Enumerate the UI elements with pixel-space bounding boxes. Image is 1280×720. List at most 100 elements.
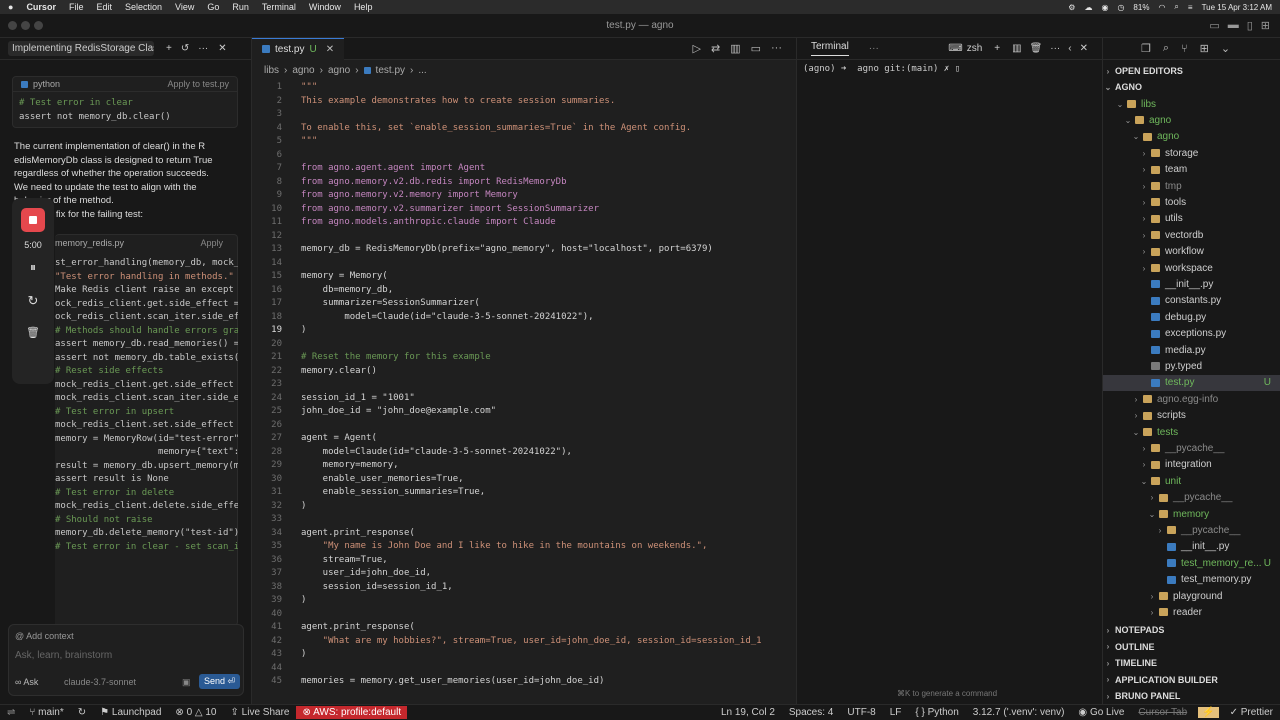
language-mode[interactable]: { } Python bbox=[915, 707, 958, 718]
chat-title[interactable]: Implementing RedisStorage Clas bbox=[8, 41, 154, 56]
folder-item[interactable]: › __pycache__ bbox=[1103, 522, 1280, 538]
apply-button[interactable]: Apply bbox=[200, 238, 223, 248]
toggle-panel-icon[interactable]: ▬ bbox=[1228, 19, 1239, 32]
files-icon[interactable]: ❐ bbox=[1141, 42, 1151, 55]
code-line[interactable]: memory_db = RedisMemoryDb(prefix="agno_m… bbox=[301, 244, 713, 254]
code-line[interactable]: To enable this, set `enable_session_summ… bbox=[301, 123, 691, 133]
breadcrumb-item[interactable]: ... bbox=[418, 65, 426, 76]
code-line[interactable]: from agno.models.anthropic.claude import… bbox=[301, 217, 556, 227]
clock-icon[interactable]: ◷ bbox=[1117, 3, 1124, 12]
menu-edit[interactable]: Edit bbox=[96, 2, 112, 12]
menu-terminal[interactable]: Terminal bbox=[262, 2, 296, 12]
breadcrumb-item[interactable]: agno bbox=[292, 65, 314, 76]
split-terminal-icon[interactable]: ▥ bbox=[1012, 43, 1021, 54]
menu-window[interactable]: Window bbox=[309, 2, 341, 12]
file-item[interactable]: py.typed bbox=[1103, 358, 1280, 374]
folder-item[interactable]: › scripts bbox=[1103, 408, 1280, 424]
folder-item[interactable]: ⌄ tests bbox=[1103, 424, 1280, 440]
code-line[interactable]: ) bbox=[301, 595, 306, 605]
code-line[interactable]: "My name is John Doe and I like to hike … bbox=[301, 541, 708, 551]
menu-view[interactable]: View bbox=[175, 2, 194, 12]
code-line[interactable]: user_id=john_doe_id, bbox=[301, 568, 431, 578]
folder-item[interactable]: › workflow bbox=[1103, 244, 1280, 260]
new-chat-icon[interactable]: + bbox=[166, 43, 172, 54]
pause-icon[interactable]: ⏸ bbox=[12, 260, 54, 275]
restart-icon[interactable]: ↻ bbox=[12, 293, 54, 309]
panel-icon[interactable]: ▭ bbox=[751, 42, 761, 55]
extensions-icon[interactable]: ⊞ bbox=[1200, 42, 1209, 55]
stop-record-button[interactable] bbox=[21, 208, 45, 232]
branch-status[interactable]: ⑂ main* bbox=[29, 707, 63, 718]
notification-icon[interactable]: ⚡ bbox=[1198, 707, 1219, 718]
code-line[interactable]: db=memory_db, bbox=[301, 285, 393, 295]
section-bruno-panel[interactable]: › BRUNO PANEL bbox=[1103, 688, 1280, 704]
file-item[interactable]: test_memory_re... U bbox=[1103, 555, 1280, 571]
cursor-position[interactable]: Ln 19, Col 2 bbox=[721, 707, 775, 718]
folder-item[interactable]: › utils bbox=[1103, 211, 1280, 227]
aws-profile-button[interactable]: ⊗ AWS: profile:default bbox=[296, 706, 408, 719]
layout-icon[interactable]: ⊞ bbox=[1261, 19, 1270, 32]
menu-go[interactable]: Go bbox=[207, 2, 219, 12]
code-line[interactable]: ) bbox=[301, 649, 306, 659]
code-line[interactable]: agent.print_response( bbox=[301, 622, 415, 632]
encoding[interactable]: UTF-8 bbox=[847, 707, 875, 718]
sync-icon[interactable]: ↻ bbox=[78, 707, 86, 718]
launchpad-button[interactable]: ⚑ Launchpad bbox=[100, 707, 161, 718]
code-line[interactable]: stream=True, bbox=[301, 555, 388, 565]
folder-item[interactable]: › storage bbox=[1103, 145, 1280, 161]
add-context-button[interactable]: @ Add context bbox=[15, 631, 74, 641]
file-item[interactable]: media.py bbox=[1103, 342, 1280, 358]
shell-label[interactable]: zsh bbox=[967, 43, 983, 54]
section-outline[interactable]: › OUTLINE bbox=[1103, 639, 1280, 655]
code-line[interactable]: summarizer=SessionSummarizer( bbox=[301, 298, 480, 308]
terminal-prompt[interactable]: (agno) ➜ agno git:(main) ✗ ▯ bbox=[803, 64, 960, 74]
go-live-button[interactable]: ◉ Go Live bbox=[1078, 707, 1124, 718]
file-item[interactable]: test.py U bbox=[1103, 374, 1280, 391]
code-line[interactable]: This example demonstrates how to create … bbox=[301, 96, 615, 106]
close-tab-icon[interactable]: ✕ bbox=[326, 44, 334, 55]
breadcrumb-item[interactable]: test.py bbox=[376, 65, 405, 76]
folder-item[interactable]: › workspace bbox=[1103, 260, 1280, 276]
folder-item[interactable]: ⌄ memory bbox=[1103, 506, 1280, 522]
trash-icon[interactable]: 🗑 bbox=[12, 326, 54, 339]
folder-item[interactable]: ⌄ agno bbox=[1103, 129, 1280, 145]
chat-input[interactable]: Ask, learn, brainstorm bbox=[15, 650, 112, 661]
code-line[interactable]: ) bbox=[301, 325, 306, 335]
folder-item[interactable]: › __pycache__ bbox=[1103, 440, 1280, 456]
problems-status[interactable]: ⊗ 0 △ 10 bbox=[175, 707, 216, 718]
code-line[interactable]: agent.print_response( bbox=[301, 528, 415, 538]
chevron-left-icon[interactable]: ‹ bbox=[1068, 43, 1071, 54]
folder-item[interactable]: › __pycache__ bbox=[1103, 490, 1280, 506]
trash-icon[interactable]: 🗑 bbox=[1030, 43, 1043, 54]
file-item[interactable]: test_memory.py bbox=[1103, 572, 1280, 588]
apply-to-file-button[interactable]: Apply to test.py bbox=[167, 79, 229, 89]
code-line[interactable]: enable_session_summaries=True, bbox=[301, 487, 486, 497]
settings-icon[interactable]: ⚙ bbox=[1068, 3, 1075, 12]
folder-item[interactable]: › reader bbox=[1103, 604, 1280, 620]
terminal-tab[interactable]: Terminal bbox=[811, 41, 849, 56]
code-line[interactable]: memory.clear() bbox=[301, 366, 377, 376]
more-actions-icon[interactable]: ··· bbox=[771, 42, 782, 55]
history-icon[interactable]: ↺ bbox=[181, 43, 189, 54]
code-line[interactable]: # Reset the memory for this example bbox=[301, 352, 491, 362]
cloud-icon[interactable]: ☁ bbox=[1084, 3, 1092, 12]
live-share-button[interactable]: ⇪ Live Share bbox=[231, 707, 290, 718]
code-line[interactable]: from agno.memory.v2.summarizer import Se… bbox=[301, 204, 599, 214]
close-chat-icon[interactable]: ✕ bbox=[218, 43, 226, 54]
source-control-icon[interactable]: ⑂ bbox=[1181, 43, 1188, 55]
close-icon[interactable]: ✕ bbox=[1080, 43, 1088, 54]
code-line[interactable]: """ bbox=[301, 136, 317, 146]
new-terminal-icon[interactable]: + bbox=[994, 43, 1000, 54]
folder-item[interactable]: ⌄ libs bbox=[1103, 96, 1280, 112]
model-selector[interactable]: claude-3.7-sonnet bbox=[64, 677, 136, 687]
code-line[interactable]: memories = memory.get_user_memories(user… bbox=[301, 676, 604, 686]
folder-item[interactable]: › tools bbox=[1103, 194, 1280, 210]
shell-icon[interactable]: ⌨ bbox=[948, 43, 962, 54]
toggle-sidebar-icon[interactable]: ▭ bbox=[1209, 19, 1219, 32]
code-line[interactable]: model=Claude(id="claude-3-5-sonnet-20241… bbox=[301, 447, 572, 457]
split-editor-icon[interactable]: ▥ bbox=[730, 42, 740, 55]
toggle-secondary-sidebar-icon[interactable]: ▯ bbox=[1247, 19, 1253, 32]
code-line[interactable]: agent = Agent( bbox=[301, 433, 377, 443]
interpreter[interactable]: 3.12.7 ('.venv': venv) bbox=[973, 707, 1065, 718]
menu-app-name[interactable]: Cursor bbox=[26, 2, 56, 12]
